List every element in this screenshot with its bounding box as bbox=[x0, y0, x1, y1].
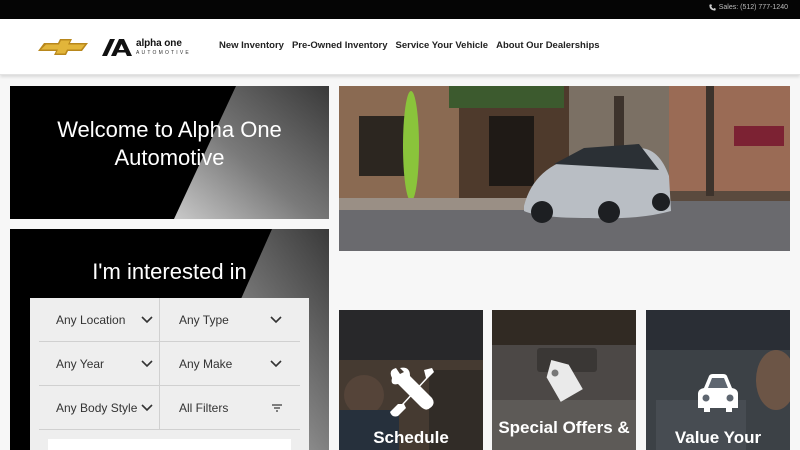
search-panel-title: I'm interested in bbox=[92, 259, 247, 284]
dealer-subtitle: AUTOMOTIVE bbox=[136, 50, 191, 56]
top-bar: Sales: (512) 777-1240 bbox=[0, 0, 800, 19]
nav-about-our-dealerships[interactable]: About Our Dealerships bbox=[496, 40, 599, 51]
alpha-mark-icon bbox=[102, 39, 132, 56]
body-style-dropdown[interactable]: Any Body Style bbox=[39, 386, 160, 430]
site-header: alpha one AUTOMOTIVE New Inventory Pre-O… bbox=[0, 19, 800, 75]
chevron-down-icon bbox=[141, 404, 153, 412]
car-icon bbox=[698, 374, 738, 412]
search-panel: I'm interested in Any Location Any Type … bbox=[10, 229, 329, 450]
nav-service-your-vehicle[interactable]: Service Your Vehicle bbox=[396, 40, 489, 51]
welcome-panel: Welcome to Alpha One Automotive bbox=[10, 86, 329, 219]
make-dropdown-label: Any Make bbox=[179, 357, 233, 371]
search-button[interactable] bbox=[48, 439, 291, 450]
nav-new-inventory[interactable]: New Inventory bbox=[219, 40, 284, 51]
special-offers-card-label: Special Offers & bbox=[498, 418, 630, 437]
schedule-card-label: Schedule bbox=[373, 428, 449, 447]
sales-phone[interactable]: Sales: (512) 777-1240 bbox=[709, 4, 788, 11]
value-trade-card-label: Value Your bbox=[674, 428, 762, 447]
dealer-name: alpha one bbox=[136, 38, 182, 49]
type-dropdown-label: Any Type bbox=[179, 313, 229, 327]
filter-row: Any Year Any Make bbox=[39, 342, 300, 386]
filter-row: Any Body Style All Filters bbox=[39, 386, 300, 430]
chevron-down-icon bbox=[270, 360, 282, 368]
chevron-down-icon bbox=[141, 360, 153, 368]
all-filters-button[interactable]: All Filters bbox=[160, 386, 290, 430]
alpha-one-logo[interactable]: alpha one AUTOMOTIVE bbox=[102, 38, 194, 58]
schedule-service-card[interactable]: Schedule bbox=[339, 310, 483, 450]
welcome-title: Welcome to Alpha One Automotive bbox=[57, 117, 282, 170]
location-dropdown-label: Any Location bbox=[56, 313, 126, 327]
sales-phone-text: Sales: (512) 777-1240 bbox=[718, 4, 788, 11]
chevron-down-icon bbox=[141, 316, 153, 324]
make-dropdown[interactable]: Any Make bbox=[160, 342, 290, 386]
year-dropdown-label: Any Year bbox=[56, 357, 105, 371]
all-filters-label: All Filters bbox=[179, 401, 229, 415]
location-dropdown[interactable]: Any Location bbox=[39, 298, 160, 342]
body-style-dropdown-label: Any Body Style bbox=[56, 401, 138, 415]
year-dropdown[interactable]: Any Year bbox=[39, 342, 160, 386]
type-dropdown[interactable]: Any Type bbox=[160, 298, 290, 342]
filter-icon bbox=[272, 404, 282, 412]
chevron-down-icon bbox=[270, 316, 282, 324]
value-your-trade-card[interactable]: Value Your bbox=[646, 310, 790, 450]
hero-storefront-image[interactable] bbox=[339, 86, 790, 251]
special-offers-card[interactable]: Special Offers & bbox=[492, 310, 636, 450]
chevrolet-bowtie-logo[interactable] bbox=[38, 38, 94, 56]
main-nav: New Inventory Pre-Owned Inventory Servic… bbox=[219, 40, 600, 51]
filter-box: Any Location Any Type Any Year Any Make … bbox=[30, 298, 309, 450]
phone-icon bbox=[709, 4, 716, 11]
nav-pre-owned-inventory[interactable]: Pre-Owned Inventory bbox=[292, 40, 388, 51]
filter-row: Any Location Any Type bbox=[39, 298, 300, 342]
price-tag-icon bbox=[546, 359, 583, 402]
wrench-screwdriver-icon bbox=[390, 367, 434, 417]
